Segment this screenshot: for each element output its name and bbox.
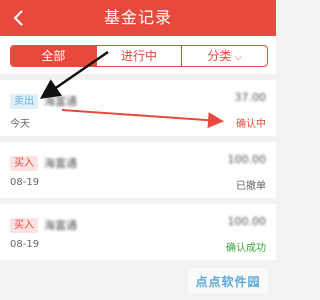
amount: 37.00 xyxy=(234,91,267,104)
list-item[interactable]: 买入 海富通 100.00 08-19 已撤单 xyxy=(0,142,276,198)
record-list: 卖出 海富通 37.00 今天 确认中 买入 海富通 100.00 08-19 … xyxy=(0,80,276,266)
tab-category-label: 分类 xyxy=(207,49,232,63)
amount: 100.00 xyxy=(227,215,267,228)
watermark-logo: 点点软件园 xyxy=(188,268,268,294)
buy-badge: 买入 xyxy=(10,218,38,233)
tab-all[interactable]: 全部 xyxy=(11,46,96,66)
fund-name: 海富通 xyxy=(44,157,77,170)
buy-badge: 买入 xyxy=(10,156,38,171)
status-text: 确认中 xyxy=(236,119,266,130)
segmented-control: 全部 进行中 分类 ⌵ xyxy=(10,45,268,67)
record-date: 08-19 xyxy=(10,177,40,188)
tab-category[interactable]: 分类 ⌵ xyxy=(181,46,267,66)
chevron-down-icon: ⌵ xyxy=(234,52,242,63)
watermark-text: 点点软件园 xyxy=(195,275,261,289)
list-item[interactable]: 卖出 海富通 37.00 今天 确认中 xyxy=(0,80,276,136)
amount: 100.00 xyxy=(227,153,267,166)
fund-name: 海富通 xyxy=(44,95,77,108)
record-date: 今天 xyxy=(10,119,30,130)
list-item[interactable]: 买入 海富通 100.00 08-19 确认成功 xyxy=(0,204,276,260)
record-date: 08-19 xyxy=(10,239,40,250)
nav-bar: 基金记录 xyxy=(0,0,276,36)
sell-badge: 卖出 xyxy=(10,94,38,109)
tab-in-progress-label: 进行中 xyxy=(121,49,158,63)
filter-bar: 全部 进行中 分类 ⌵ xyxy=(0,36,276,74)
page-title: 基金记录 xyxy=(103,8,172,27)
status-text: 确认成功 xyxy=(226,243,266,254)
tab-in-progress[interactable]: 进行中 xyxy=(95,46,182,66)
status-text: 已撤单 xyxy=(236,181,266,192)
fund-name: 海富通 xyxy=(44,219,77,232)
tab-all-label: 全部 xyxy=(41,49,66,63)
